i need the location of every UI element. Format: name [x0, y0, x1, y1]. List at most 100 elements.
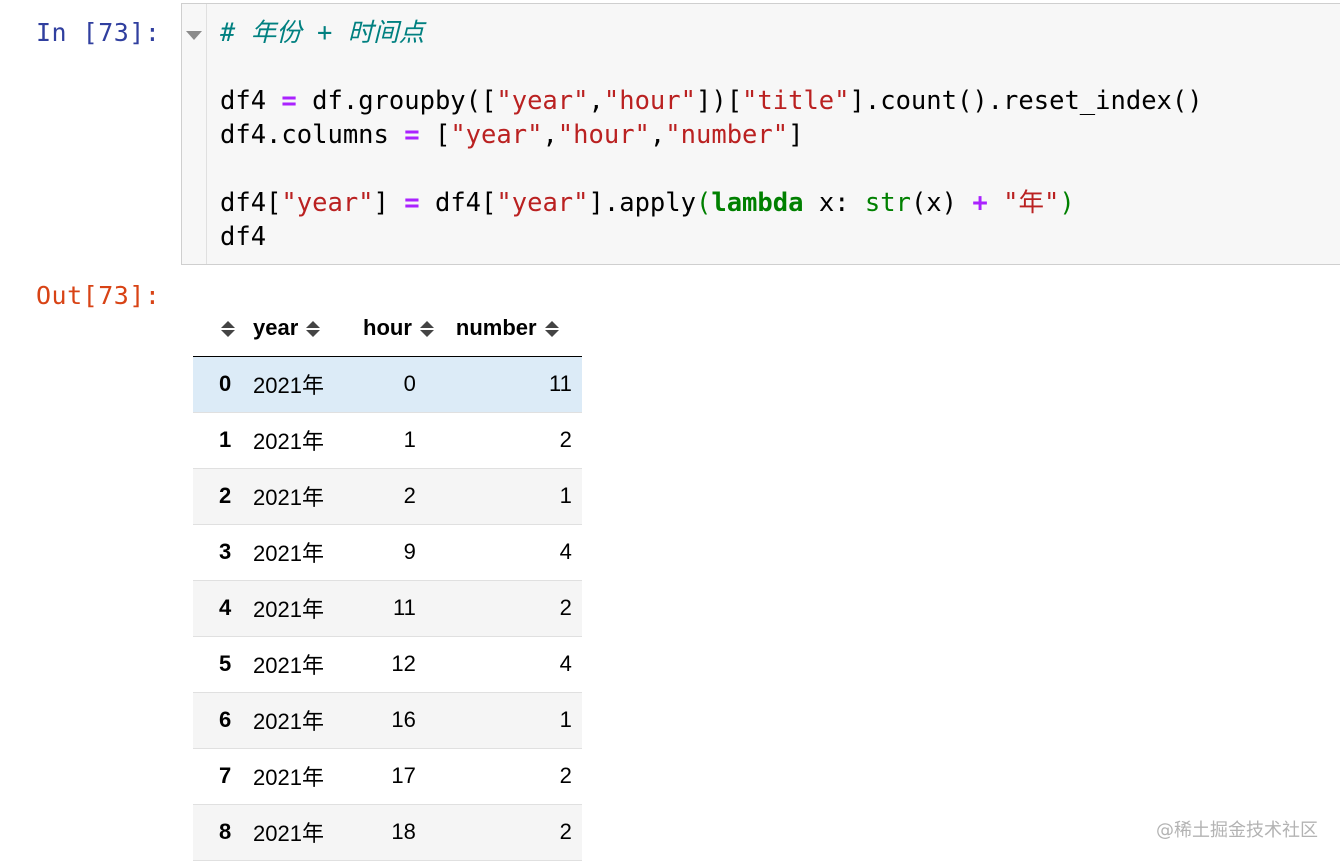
code-token: ].count().reset_index()	[849, 86, 1203, 116]
cell-year: 2021年	[253, 541, 324, 566]
row-index: 2	[219, 483, 232, 508]
row-index: 0	[219, 371, 232, 396]
cell-number: 1	[559, 707, 572, 732]
column-header-label: number	[455, 315, 537, 341]
table-row[interactable]: 0 2021年 0 11	[193, 356, 582, 412]
cell-number: 2	[559, 819, 572, 844]
code-token: [	[419, 120, 451, 150]
code-token: ])[	[695, 86, 743, 116]
table-row[interactable]: 3 2021年 9 4	[193, 524, 582, 580]
code-token: df.groupby([	[296, 86, 497, 116]
cell-year: 2021年	[253, 821, 324, 846]
code-editor[interactable]: # 年份 + 时间点 df4 = df.groupby(["year","hour…	[220, 16, 1203, 254]
row-index: 6	[219, 707, 232, 732]
cell-year: 2021年	[253, 653, 324, 678]
row-index: 5	[219, 651, 232, 676]
column-header-hour[interactable]: hour	[343, 301, 434, 357]
table-row[interactable]: 4 2021年 11 2	[193, 580, 582, 636]
column-header-label: hour	[363, 315, 412, 341]
index-header[interactable]	[193, 301, 243, 357]
cell-hour: 18	[391, 819, 416, 844]
dataframe-table: year hour number 0 2021年 0 11 1 2021年 1 2 2 2021年…	[193, 301, 582, 861]
watermark: @稀土掘金技术社区	[1156, 820, 1318, 841]
table-row[interactable]: 5 2021年 12 4	[193, 636, 582, 692]
row-index: 4	[219, 595, 232, 620]
collapse-toggle[interactable]	[182, 4, 207, 264]
cell-hour: 12	[391, 651, 416, 676]
code-token: lambda	[711, 188, 804, 218]
code-token: ]	[788, 120, 804, 150]
code-token: +	[972, 188, 988, 218]
table-row[interactable]: 2 2021年 2 1	[193, 468, 582, 524]
column-header-number[interactable]: number	[433, 301, 582, 357]
code-token: str	[864, 188, 911, 218]
table-row[interactable]: 6 2021年 16 1	[193, 692, 582, 748]
code-token: "year"	[496, 188, 589, 218]
code-token: (x)	[910, 188, 973, 218]
cell-year: 2021年	[253, 765, 324, 790]
cell-year: 2021年	[253, 709, 324, 734]
code-cell-input[interactable]: # 年份 + 时间点 df4 = df.groupby(["year","hour…	[181, 3, 1340, 265]
code-line: df4["year"] = df4["year"].apply(lambda x…	[220, 186, 1203, 220]
row-index: 7	[219, 763, 232, 788]
code-token: x:	[803, 188, 865, 218]
code-token: "year"	[281, 188, 374, 218]
code-token: "年"	[1003, 188, 1060, 218]
table-row[interactable]: 7 2021年 17 2	[193, 748, 582, 804]
output-prompt: Out[73]:	[36, 281, 161, 310]
cell-number: 4	[559, 539, 572, 564]
table-row[interactable]: 8 2021年 18 2	[193, 804, 582, 860]
code-token: df4[	[419, 188, 497, 218]
code-token: "title"	[742, 86, 850, 116]
sort-arrows-icon[interactable]	[544, 321, 559, 338]
cell-hour: 9	[403, 539, 416, 564]
row-index: 3	[219, 539, 232, 564]
cell-year: 2021年	[253, 429, 324, 454]
code-token: ].apply	[588, 188, 696, 218]
code-token: ,	[588, 86, 604, 116]
code-line: # 年份 + 时间点	[220, 16, 1203, 50]
cell-number: 2	[559, 427, 572, 452]
code-token: "year"	[450, 120, 543, 150]
cell-number: 2	[559, 763, 572, 788]
sort-arrows-icon[interactable]	[306, 321, 321, 338]
code-line: df4 = df.groupby(["year","hour"])["title…	[220, 84, 1203, 118]
code-token: (	[695, 188, 712, 218]
sort-arrows-icon[interactable]	[419, 321, 434, 338]
cell-hour: 17	[391, 763, 416, 788]
cell-year: 2021年	[253, 597, 324, 622]
cell-number: 1	[559, 483, 572, 508]
code-token: =	[404, 188, 420, 218]
code-token: ]	[373, 188, 405, 218]
code-token: "number"	[665, 120, 789, 150]
code-line: df4.columns = ["year","hour","number"]	[220, 118, 1203, 152]
code-token: df4	[220, 86, 282, 116]
cell-hour: 11	[393, 595, 416, 620]
code-token: )	[1059, 188, 1075, 218]
input-prompt: In [73]:	[36, 18, 161, 47]
code-line: df4	[220, 220, 1203, 254]
code-token: # 年份 + 时间点	[220, 18, 425, 48]
column-header-year[interactable]: year	[243, 301, 343, 357]
code-token: df4[	[220, 188, 282, 218]
code-token: df4	[220, 222, 267, 252]
code-token: ,	[542, 120, 558, 150]
cell-hour: 2	[403, 483, 416, 508]
row-index: 8	[219, 819, 232, 844]
code-token: =	[404, 120, 420, 150]
code-token: "hour"	[557, 120, 650, 150]
code-token: ,	[649, 120, 666, 150]
collapse-triangle-icon	[186, 31, 202, 40]
cell-number: 4	[559, 651, 572, 676]
code-token: "hour"	[603, 86, 696, 116]
cell-number: 2	[559, 595, 572, 620]
table-row[interactable]: 1 2021年 1 2	[193, 412, 582, 468]
cell-year: 2021年	[253, 485, 324, 510]
code-token: =	[281, 86, 297, 116]
sort-arrows-icon[interactable]	[221, 321, 235, 338]
column-header-label: year	[253, 315, 299, 341]
cell-hour: 0	[403, 371, 416, 396]
